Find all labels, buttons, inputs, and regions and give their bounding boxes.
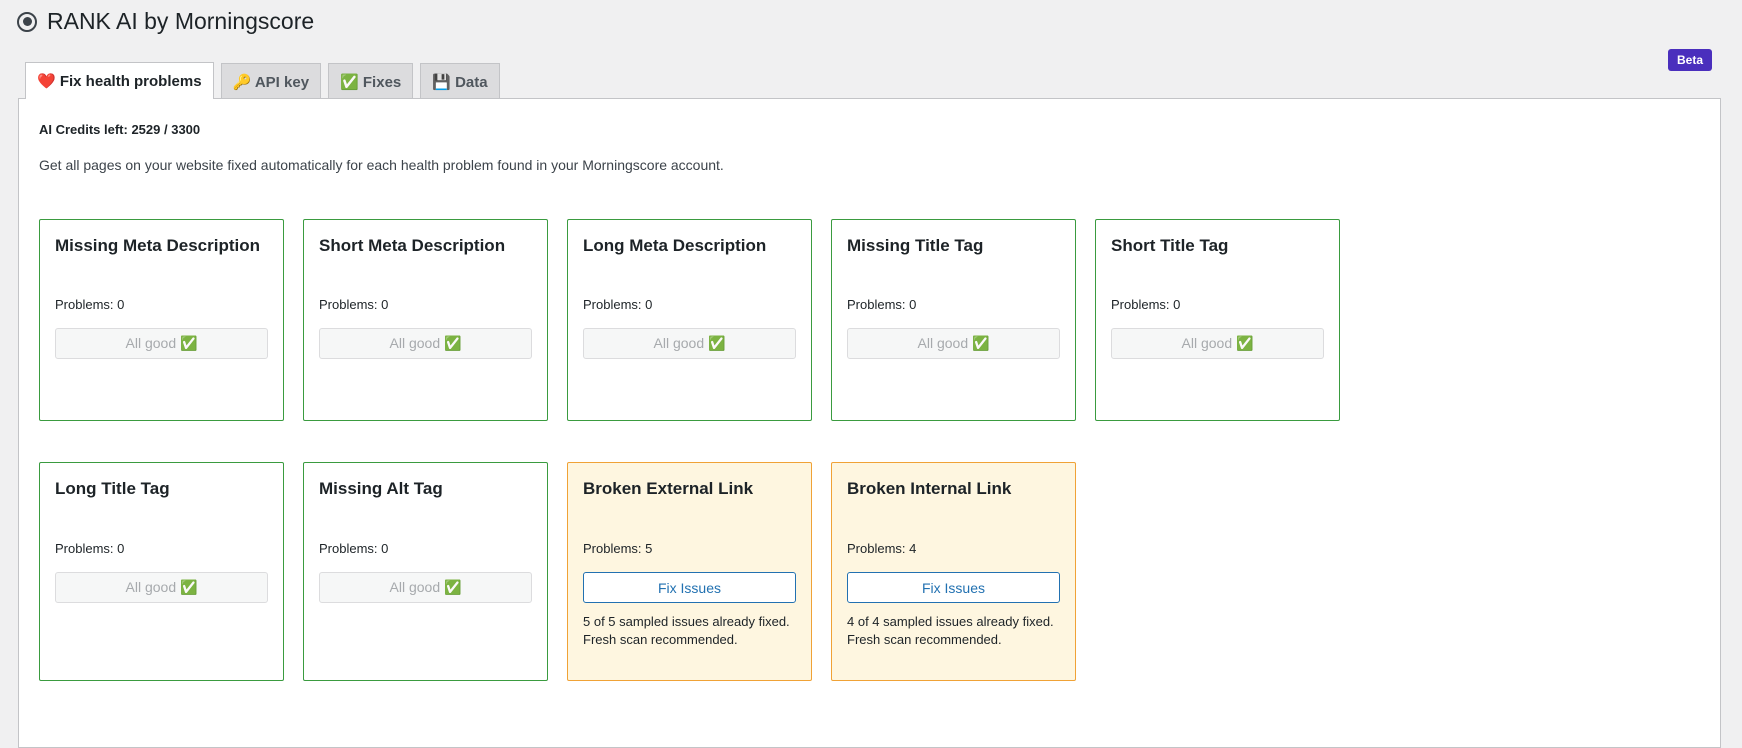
tab-fixes[interactable]: ✅ Fixes bbox=[328, 63, 414, 99]
page-title: RANK AI by Morningscore bbox=[47, 8, 315, 34]
card-long-meta-description: Long Meta Description Problems: 0 All go… bbox=[567, 219, 812, 421]
card-title: Broken Internal Link bbox=[847, 479, 1012, 498]
card-missing-meta-description: Missing Meta Description Problems: 0 All… bbox=[39, 219, 284, 421]
card-problems: Problems: 0 bbox=[583, 297, 653, 312]
card-title: Missing Meta Description bbox=[55, 236, 260, 255]
tab-bar: ❤️ Fix health problems 🔑 API key ✅ Fixes… bbox=[25, 62, 500, 99]
card-title: Broken External Link bbox=[583, 479, 754, 498]
page-header: RANK AI by Morningscore bbox=[17, 8, 314, 35]
card-problems: Problems: 0 bbox=[319, 297, 389, 312]
card-broken-external-link: Broken External Link Problems: 5 Fix Iss… bbox=[567, 462, 812, 681]
card-short-title-tag: Short Title Tag Problems: 0 All good ✅ bbox=[1095, 219, 1340, 421]
all-good-button: All good ✅ bbox=[319, 572, 532, 603]
all-good-button: All good ✅ bbox=[319, 328, 532, 359]
main-panel: AI Credits left: 2529 / 3300 Get all pag… bbox=[18, 98, 1721, 748]
card-title: Short Title Tag bbox=[1111, 236, 1229, 255]
beta-badge: Beta bbox=[1667, 49, 1712, 71]
all-good-button: All good ✅ bbox=[55, 572, 268, 603]
intro-text: Get all pages on your website fixed auto… bbox=[39, 157, 724, 173]
all-good-button: All good ✅ bbox=[847, 328, 1060, 359]
card-note: 4 of 4 sampled issues already fixed. Fre… bbox=[847, 614, 1054, 647]
fix-issues-button[interactable]: Fix Issues bbox=[847, 572, 1060, 603]
card-title: Long Title Tag bbox=[55, 479, 170, 498]
card-title: Long Meta Description bbox=[583, 236, 767, 255]
card-missing-alt-tag: Missing Alt Tag Problems: 0 All good ✅ bbox=[303, 462, 548, 681]
card-note: 5 of 5 sampled issues already fixed. Fre… bbox=[583, 614, 790, 647]
all-good-button: All good ✅ bbox=[583, 328, 796, 359]
card-problems: Problems: 5 bbox=[583, 541, 653, 556]
card-problems: Problems: 0 bbox=[319, 541, 389, 556]
all-good-button: All good ✅ bbox=[1111, 328, 1324, 359]
tab-api-key[interactable]: 🔑 API key bbox=[220, 63, 322, 99]
card-problems: Problems: 0 bbox=[847, 297, 917, 312]
radio-logo-icon bbox=[17, 11, 37, 32]
all-good-button: All good ✅ bbox=[55, 328, 268, 359]
card-long-title-tag: Long Title Tag Problems: 0 All good ✅ bbox=[39, 462, 284, 681]
card-problems: Problems: 4 bbox=[847, 541, 917, 556]
card-title: Short Meta Description bbox=[319, 236, 506, 255]
card-problems: Problems: 0 bbox=[1111, 297, 1181, 312]
tab-fix-health-problems[interactable]: ❤️ Fix health problems bbox=[25, 62, 214, 99]
card-title: Missing Alt Tag bbox=[319, 479, 443, 498]
fix-issues-button[interactable]: Fix Issues bbox=[583, 572, 796, 603]
card-broken-internal-link: Broken Internal Link Problems: 4 Fix Iss… bbox=[831, 462, 1076, 681]
card-short-meta-description: Short Meta Description Problems: 0 All g… bbox=[303, 219, 548, 421]
card-title: Missing Title Tag bbox=[847, 236, 984, 255]
card-problems: Problems: 0 bbox=[55, 541, 125, 556]
tab-data[interactable]: 💾 Data bbox=[420, 63, 500, 99]
card-problems: Problems: 0 bbox=[55, 297, 125, 312]
ai-credits: AI Credits left: 2529 / 3300 bbox=[39, 122, 201, 137]
card-missing-title-tag: Missing Title Tag Problems: 0 All good ✅ bbox=[831, 219, 1076, 421]
